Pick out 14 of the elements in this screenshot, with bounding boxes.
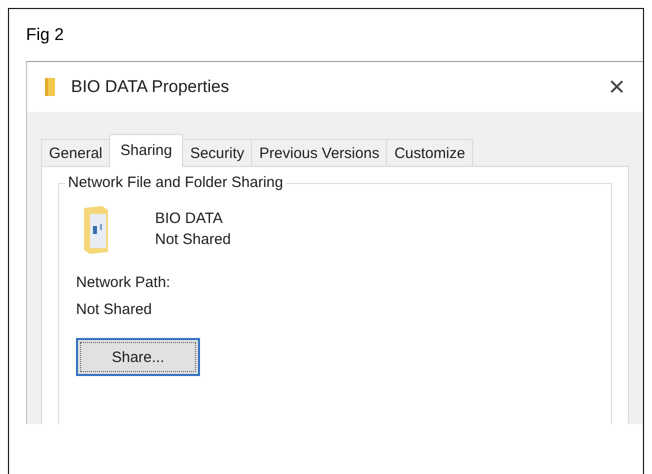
figure-caption: Fig 2 — [26, 25, 64, 45]
tab[interactable]: Customize — [386, 139, 474, 166]
network-path-label: Network Path: — [76, 274, 170, 291]
close-button[interactable]: × — [608, 73, 625, 101]
group-title: Network File and Folder Sharing — [65, 174, 286, 191]
network-path-value: Not Shared — [76, 301, 152, 318]
share-button[interactable]: Share... — [76, 338, 200, 376]
folder-status: Not Shared — [155, 231, 231, 248]
window-title: BIO DATA Properties — [71, 77, 230, 97]
folder-icon — [45, 78, 55, 96]
tab[interactable]: Sharing — [109, 134, 184, 167]
shared-folder-icon — [84, 206, 108, 254]
tab[interactable]: General — [41, 139, 110, 166]
folder-name: BIO DATA — [155, 210, 224, 227]
